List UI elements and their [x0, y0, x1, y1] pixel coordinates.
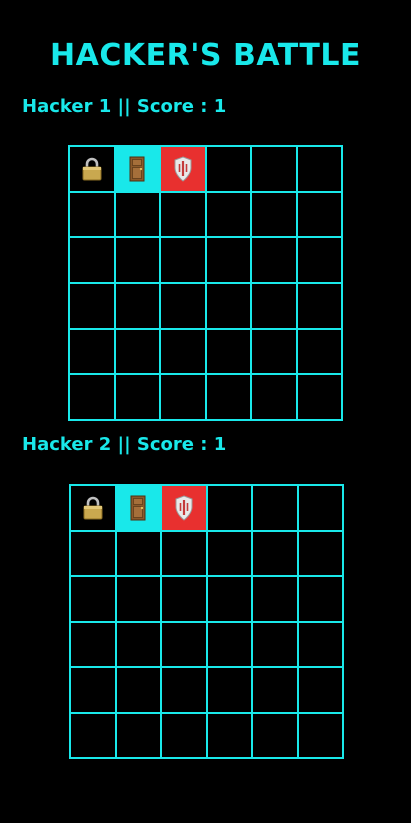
lock-icon	[82, 496, 104, 520]
door-icon	[128, 156, 146, 182]
grid-cell[interactable]	[251, 237, 297, 283]
lock-icon	[81, 157, 103, 181]
grid-cell[interactable]	[296, 283, 342, 329]
grid-cell[interactable]	[205, 374, 251, 420]
grid-cell[interactable]	[205, 283, 251, 329]
grid-cell[interactable]	[69, 374, 115, 420]
grid-cell[interactable]	[296, 191, 342, 238]
grid-cell[interactable]	[161, 712, 207, 758]
grid-cell[interactable]	[160, 283, 206, 329]
grid-cell[interactable]	[297, 530, 343, 576]
grid-cell[interactable]	[115, 576, 161, 622]
grid-cell[interactable]	[252, 712, 298, 758]
grid-cell[interactable]	[205, 328, 251, 375]
grid-cell[interactable]	[69, 237, 115, 283]
player-1-label: Hacker 1 || Score : 1	[22, 96, 227, 117]
grid-cell[interactable]	[70, 712, 116, 758]
grid-cell[interactable]	[206, 712, 252, 758]
grid-cell[interactable]	[206, 485, 252, 531]
grid-cell[interactable]	[70, 576, 116, 622]
grid-cell[interactable]	[115, 712, 161, 758]
grid-cell[interactable]	[205, 146, 251, 192]
grid-cell[interactable]	[114, 237, 160, 283]
grid-cell[interactable]	[296, 237, 342, 283]
grid-cell[interactable]	[251, 146, 297, 192]
grid-cell[interactable]	[206, 621, 252, 667]
grid-cell[interactable]	[69, 283, 115, 329]
grid-cell[interactable]	[114, 328, 160, 375]
grid-cell[interactable]	[251, 328, 297, 375]
grid-cell[interactable]	[114, 146, 160, 192]
grid-cell[interactable]	[69, 328, 115, 375]
grid-cell[interactable]	[296, 374, 342, 420]
grid-cell[interactable]	[296, 146, 342, 192]
grid-cell[interactable]	[70, 530, 116, 576]
grid-cell[interactable]	[160, 328, 206, 375]
grid-cell[interactable]	[69, 146, 115, 192]
grid-cell[interactable]	[252, 621, 298, 667]
grid-cell[interactable]	[297, 621, 343, 667]
grid-cell[interactable]	[115, 621, 161, 667]
grid-cell[interactable]	[115, 485, 161, 531]
grid-cell[interactable]	[70, 667, 116, 713]
grid-cell[interactable]	[70, 621, 116, 667]
grid-cell[interactable]	[251, 191, 297, 238]
grid-cell[interactable]	[252, 576, 298, 622]
grid-cell[interactable]	[252, 530, 298, 576]
player-1-board	[68, 145, 343, 421]
grid-cell[interactable]	[114, 283, 160, 329]
grid-cell[interactable]	[297, 485, 343, 531]
grid-cell[interactable]	[252, 667, 298, 713]
grid-cell[interactable]	[206, 530, 252, 576]
grid-cell[interactable]	[161, 667, 207, 713]
grid-cell[interactable]	[161, 621, 207, 667]
grid-cell[interactable]	[297, 712, 343, 758]
grid-cell[interactable]	[161, 576, 207, 622]
grid-cell[interactable]	[251, 283, 297, 329]
player-2-board	[69, 484, 344, 759]
grid-cell[interactable]	[297, 667, 343, 713]
grid-cell[interactable]	[251, 374, 297, 420]
grid-cell[interactable]	[114, 191, 160, 238]
shield-icon	[173, 156, 193, 182]
grid-cell[interactable]	[160, 237, 206, 283]
grid-cell[interactable]	[160, 374, 206, 420]
grid-cell[interactable]	[114, 374, 160, 420]
grid-cell[interactable]	[296, 328, 342, 375]
player-2-label: Hacker 2 || Score : 1	[22, 434, 227, 455]
grid-cell[interactable]	[115, 530, 161, 576]
grid-cell[interactable]	[115, 667, 161, 713]
grid-cell[interactable]	[206, 667, 252, 713]
grid-cell[interactable]	[70, 485, 116, 531]
shield-icon	[174, 495, 194, 521]
grid-cell[interactable]	[160, 146, 206, 192]
grid-cell[interactable]	[69, 191, 115, 238]
grid-cell[interactable]	[206, 576, 252, 622]
grid-cell[interactable]	[252, 485, 298, 531]
game-title: HACKER'S BATTLE	[50, 38, 361, 73]
grid-cell[interactable]	[161, 530, 207, 576]
door-icon	[129, 495, 147, 521]
grid-cell[interactable]	[205, 237, 251, 283]
grid-cell[interactable]	[297, 576, 343, 622]
grid-cell[interactable]	[205, 191, 251, 238]
grid-cell[interactable]	[160, 191, 206, 238]
grid-cell[interactable]	[161, 485, 207, 531]
